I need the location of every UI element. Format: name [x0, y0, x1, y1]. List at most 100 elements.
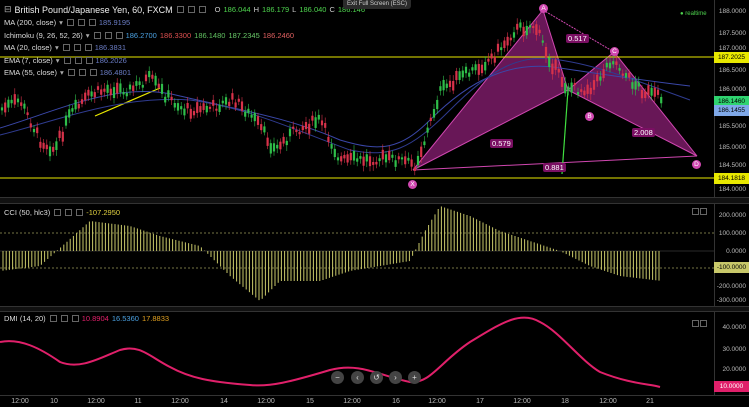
dropdown-arrow-icon[interactable]: ▾ — [59, 18, 63, 27]
candle-body — [455, 70, 458, 81]
candle-body — [640, 89, 644, 99]
harmonic-point-c[interactable]: C — [610, 47, 619, 56]
time-axis[interactable]: 12:00 10 12:00 11 12:00 14 12:00 15 12:00 16 12:00… — [0, 395, 749, 407]
time-tick: 21 — [646, 398, 654, 405]
price-tick: 188.0000 — [718, 8, 746, 15]
price-pane[interactable]: ⊟ British Pound/Japanese Yen, 60, FXCM O… — [0, 0, 749, 197]
candle-body — [263, 126, 266, 133]
cci-pane[interactable]: CCI (50, hlc3) -107.2950 200.0000 100.00… — [0, 204, 749, 306]
candle-body — [173, 103, 176, 108]
remove-icon[interactable] — [115, 31, 123, 39]
candle-body — [234, 102, 237, 108]
dmi-name[interactable]: DMI (14, 20) — [4, 314, 46, 323]
candle-body — [250, 114, 253, 118]
candle-body — [42, 142, 45, 149]
remove-icon[interactable] — [84, 44, 92, 51]
remove-icon[interactable] — [88, 19, 96, 26]
candle-body — [624, 73, 628, 78]
dropdown-arrow-icon[interactable]: ▾ — [86, 31, 90, 40]
settings-icon[interactable] — [176, 6, 184, 13]
candle-body — [570, 82, 573, 93]
zoom-in-button[interactable]: + — [408, 371, 421, 384]
settings-icon[interactable] — [67, 69, 75, 76]
open-label: O — [214, 5, 221, 14]
settings-icon[interactable] — [49, 315, 57, 322]
candle-body — [397, 156, 400, 160]
harmonic-point-x[interactable]: X — [408, 180, 417, 189]
candle-body — [538, 29, 541, 34]
hide-icon[interactable] — [77, 19, 85, 26]
candle-body — [314, 117, 317, 128]
settings-icon[interactable] — [66, 19, 74, 26]
candle-body — [391, 154, 394, 158]
scroll-back-button[interactable]: ‹ — [351, 371, 364, 384]
hide-icon[interactable] — [74, 56, 82, 64]
harmonic-point-a[interactable]: A — [539, 4, 548, 13]
settings-icon[interactable] — [54, 209, 62, 216]
indicator-value: 187.2345 — [228, 30, 260, 40]
candle-body — [52, 146, 55, 152]
cci-name[interactable]: CCI (50, hlc3) — [4, 208, 50, 217]
indicator-name[interactable]: MA (20, close) — [4, 43, 52, 52]
remove-icon[interactable] — [85, 56, 93, 64]
candle-body — [647, 85, 650, 96]
hide-icon[interactable] — [104, 31, 112, 39]
candle-body — [112, 87, 116, 99]
price-tick: 186.5000 — [718, 67, 746, 74]
hide-icon[interactable] — [60, 315, 68, 322]
candle-body — [29, 123, 32, 128]
hide-icon[interactable] — [65, 209, 73, 216]
harmonic-point-b[interactable]: B — [585, 112, 594, 121]
move-up-icon[interactable] — [692, 208, 699, 215]
indicator-name[interactable]: EMA (7, close) — [4, 56, 53, 65]
candle-body — [199, 106, 202, 113]
dropdown-arrow-icon[interactable]: ▾ — [60, 68, 64, 77]
collapse-icon[interactable]: ⊟ — [4, 4, 12, 15]
indicator-name[interactable]: EMA (55, close) — [4, 68, 57, 77]
dmi-axis[interactable]: 40.0000 30.0000 20.0000 10.0000 — [714, 312, 749, 395]
harmonic-point-d[interactable]: D — [692, 160, 701, 169]
candle-body — [660, 96, 663, 104]
remove-icon[interactable] — [76, 209, 84, 216]
low-value: 186.040 — [299, 5, 327, 14]
remove-icon[interactable] — [71, 315, 79, 322]
move-up-icon[interactable] — [692, 320, 699, 327]
reset-chart-button[interactable]: ↺ — [370, 371, 383, 384]
time-tick: 18 — [561, 398, 569, 405]
candle-body — [84, 92, 87, 101]
remove-icon[interactable] — [89, 69, 97, 76]
candle-body — [320, 120, 324, 126]
candle-body — [452, 81, 455, 91]
candle-body — [202, 103, 205, 110]
zoom-out-button[interactable]: − — [331, 371, 344, 384]
candle-body — [592, 80, 596, 90]
indicator-name[interactable]: MA (200, close) — [4, 18, 56, 27]
pane-divider[interactable] — [0, 197, 749, 204]
candle-body — [432, 108, 436, 118]
price-axis[interactable]: 188.0000 187.5000 187.0000 186.5000 186.… — [714, 0, 749, 197]
move-down-icon[interactable] — [700, 320, 707, 327]
harmonic-ratio-xab: 0.517 — [566, 34, 589, 43]
exit-fullscreen-button[interactable]: Exit Full Screen (ESC) — [343, 0, 411, 9]
candle-body — [490, 53, 493, 59]
candle-body — [621, 73, 624, 76]
symbol-title[interactable]: British Pound/Japanese Yen, 60, FXCM — [15, 5, 173, 15]
move-down-icon[interactable] — [700, 208, 707, 215]
settings-icon[interactable] — [62, 44, 70, 51]
settings-icon[interactable] — [93, 31, 101, 39]
hide-icon[interactable] — [187, 6, 195, 13]
dropdown-arrow-icon[interactable]: ▾ — [56, 56, 60, 65]
dmi-legend: DMI (14, 20) 10.8904 16.5360 17.8833 — [4, 314, 169, 323]
candle-body — [573, 83, 576, 86]
remove-icon[interactable] — [198, 6, 206, 13]
candle-body — [400, 157, 404, 160]
hide-icon[interactable] — [78, 69, 86, 76]
hide-icon[interactable] — [73, 44, 81, 51]
cci-axis[interactable]: 200.0000 100.0000 0.0000 -100.0000 -200.… — [714, 204, 749, 306]
scroll-forward-button[interactable]: › — [389, 371, 402, 384]
candle-body — [480, 64, 484, 74]
dropdown-arrow-icon[interactable]: ▾ — [55, 43, 59, 52]
settings-icon[interactable] — [63, 56, 71, 64]
indicator-name[interactable]: Ichimoku (9, 26, 52, 26) — [4, 31, 83, 40]
price-tick: 184.5000 — [718, 162, 746, 169]
